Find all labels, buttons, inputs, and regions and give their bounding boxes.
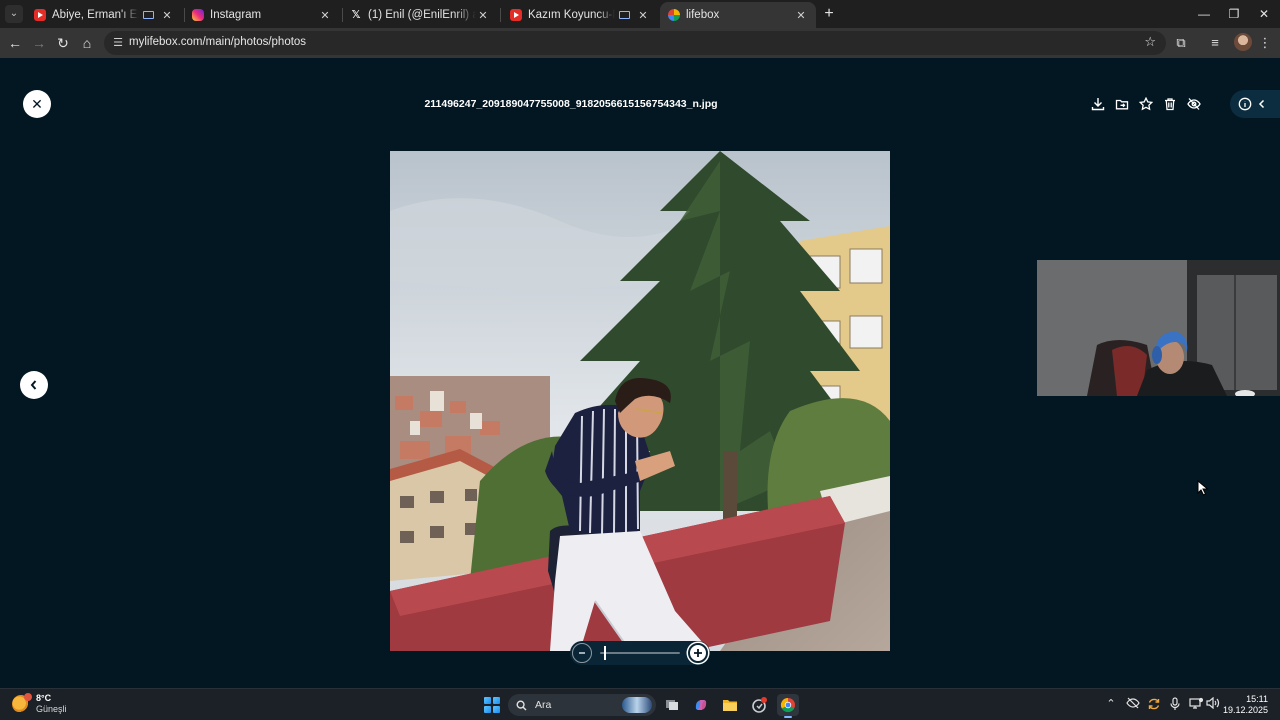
x-icon: 𝕏 [351,9,361,21]
webcam-overlay [1037,260,1280,396]
tab-search-button[interactable]: ⌄ [5,5,23,23]
weather-temperature: 8°C [36,693,52,703]
move-to-folder-icon[interactable] [1114,96,1130,112]
cast-icon [619,11,630,19]
previous-photo-button[interactable] [20,371,48,399]
search-icon [516,699,527,710]
app-badge-icon[interactable] [748,694,770,716]
close-viewer-button[interactable]: ✕ [23,90,51,118]
back-arrow-icon[interactable]: ← [6,34,24,52]
weather-description: Güneşli [36,704,67,714]
youtube-icon [510,9,522,21]
tab-divider [500,8,501,22]
photo-viewer: ✕ 211496247_209189047755008_918205661515… [0,58,1280,688]
minimize-button[interactable]: — [1188,0,1220,28]
favorite-star-icon[interactable] [1138,96,1154,112]
tab-title: Instagram [210,9,262,21]
menu-kebab-icon[interactable]: ⋮ [1256,34,1274,52]
zoom-slider-track [600,652,680,654]
sun-icon [12,693,32,713]
tab-youtube-kazim[interactable]: Kazım Koyuncu-Denizde Kar ✕ [502,2,658,28]
address-bar[interactable]: ☰ mylifebox.com/main/photos/photos ☆ [104,31,1166,55]
lifebox-icon [668,9,680,21]
chevron-up-icon[interactable]: ⌃ [1104,697,1118,711]
weather-widget[interactable]: 8°C Güneşli [12,693,67,715]
viewer-actions [1090,96,1202,112]
home-icon[interactable]: ⌂ [78,34,96,52]
search-placeholder: Ara [535,699,552,711]
sync-icon[interactable] [1147,697,1161,711]
zoom-slider[interactable] [600,643,680,663]
zoom-control [570,641,710,665]
tab-instagram[interactable]: Instagram ✕ [184,2,340,28]
copilot-icon[interactable] [690,694,712,716]
media-control-icon[interactable]: ≡ [1206,34,1224,52]
taskbar-search[interactable]: Ara [508,694,656,716]
zoom-out-button[interactable] [572,643,592,663]
tab-title: Kazım Koyuncu-Denizde Kar [528,9,615,21]
bookmark-star-icon[interactable]: ☆ [1144,34,1156,50]
tab-close-icon[interactable]: ✕ [476,9,490,22]
trash-icon[interactable] [1162,96,1178,112]
tab-title: lifebox [686,9,720,21]
tab-title: Abiye, Erman'ı Eze Eze Uyku [52,9,139,21]
search-highlight-image [622,697,652,713]
tab-close-icon[interactable]: ✕ [636,9,650,22]
cast-icon [143,11,154,19]
tab-title: (1) Enil (@EnilEnril) adlı kullanıcı [368,9,476,21]
youtube-icon [34,9,46,21]
file-explorer-icon[interactable] [719,694,741,716]
tab-close-icon[interactable]: ✕ [794,9,808,22]
tab-lifebox[interactable]: lifebox ✕ [660,2,816,28]
network-icon[interactable] [1189,697,1204,711]
mouse-cursor-icon [1197,480,1209,496]
instagram-icon [192,9,204,21]
zoom-slider-thumb[interactable] [604,646,606,660]
photo-filename: 211496247_209189047755008_91820566151567… [424,98,718,110]
tab-close-icon[interactable]: ✕ [318,9,332,22]
clock-time: 15:11 [1246,694,1268,704]
system-clock[interactable]: 15:11 19.12.2025 [1223,694,1268,716]
reload-icon[interactable]: ↻ [54,34,72,52]
browser-toolbar: ← → ↻ ⌂ ☰ mylifebox.com/main/photos/phot… [0,28,1280,58]
plus-icon [694,649,702,657]
address-url[interactable]: mylifebox.com/main/photos/photos [129,36,306,48]
eye-off-icon[interactable] [1126,697,1140,711]
window-close-button[interactable]: ✕ [1248,0,1280,28]
forward-arrow-icon[interactable]: → [30,34,48,52]
info-icon [1238,97,1252,111]
info-panel-toggle[interactable] [1230,90,1280,118]
chevron-left-icon [1258,99,1265,109]
task-view-icon[interactable] [661,694,683,716]
webcam-feed [1037,260,1280,396]
windows-taskbar: 8°C Güneşli Ara ⌃ 15:11 19.12.2025 [0,688,1280,720]
microphone-icon[interactable] [1168,697,1182,711]
tab-youtube-abiye[interactable]: Abiye, Erman'ı Eze Eze Uyku ✕ [26,2,182,28]
minus-icon [579,652,585,654]
browser-tabstrip: ⌄ Abiye, Erman'ı Eze Eze Uyku ✕ Instagra… [0,0,1280,28]
chrome-icon[interactable] [777,694,799,718]
site-info-icon[interactable]: ☰ [111,35,125,51]
profile-avatar[interactable] [1234,33,1252,51]
new-tab-button[interactable]: + [820,5,838,23]
windows-start-icon[interactable] [484,697,500,713]
download-icon[interactable] [1090,96,1106,112]
photo-scene [390,151,890,651]
chevron-left-icon [30,380,37,390]
volume-icon[interactable] [1206,696,1220,711]
restore-button[interactable]: ❐ [1218,0,1250,28]
extensions-icon[interactable]: ⧉ [1172,34,1190,52]
clock-date: 19.12.2025 [1222,705,1268,715]
tab-x-profile[interactable]: 𝕏 (1) Enil (@EnilEnril) adlı kullanıcı ✕ [342,2,498,28]
hide-eye-off-icon[interactable] [1186,96,1202,112]
photo-image [390,151,890,651]
tab-close-icon[interactable]: ✕ [160,9,174,22]
zoom-in-button[interactable] [688,643,708,663]
